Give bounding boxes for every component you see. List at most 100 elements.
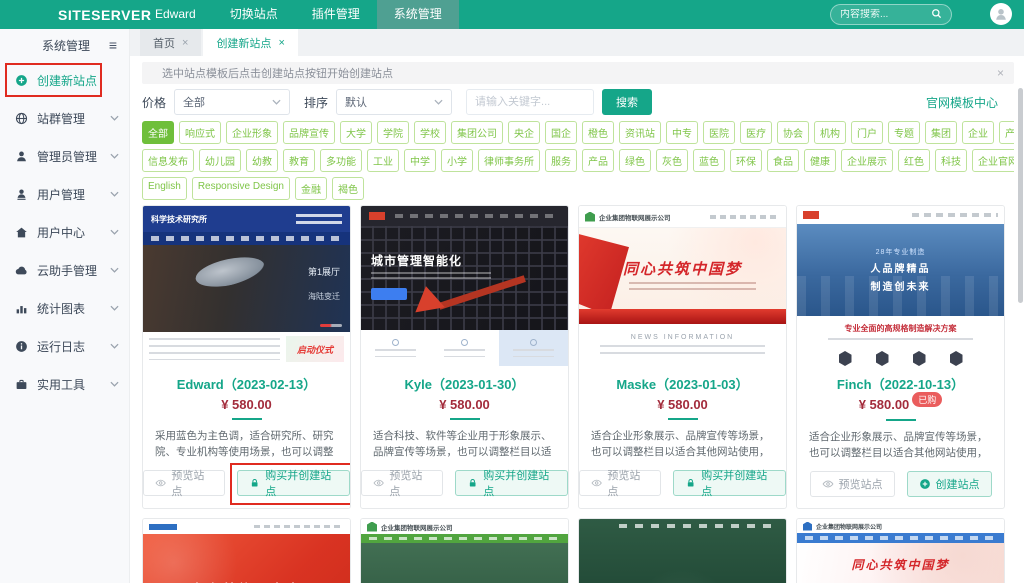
keyword-input[interactable]	[466, 89, 594, 115]
template-tag[interactable]: 医疗	[740, 121, 772, 144]
notice-bar: 选中站点模板后点击创建站点按钮开始创建站点 ×	[142, 62, 1014, 84]
scrollbar-thumb[interactable]	[1018, 88, 1023, 303]
sidebar-item[interactable]: 创建新站点	[0, 61, 129, 99]
template-tag[interactable]: 工业	[367, 149, 399, 172]
sidebar-item[interactable]: 管理员管理	[0, 137, 129, 175]
template-tag[interactable]: 多功能	[320, 149, 362, 172]
price-select[interactable]: 全部	[174, 89, 290, 115]
template-tag[interactable]: 服务	[545, 149, 577, 172]
template-tag[interactable]: 医院	[703, 121, 735, 144]
template-tag[interactable]: 企业官网	[972, 149, 1014, 172]
sort-select[interactable]: 默认	[336, 89, 452, 115]
template-tag[interactable]: Responsive Design	[192, 177, 290, 200]
topbar-nav-item[interactable]: 插件管理	[295, 0, 377, 29]
template-tag[interactable]: 央企	[508, 121, 540, 144]
template-tag[interactable]: 产品展示	[999, 121, 1014, 144]
price-label: 价格	[142, 94, 166, 111]
sidebar-item[interactable]: 实用工具	[0, 365, 129, 403]
template-tag[interactable]: English	[142, 177, 187, 200]
preview-site-button[interactable]: 预览站点	[143, 470, 225, 496]
template-tag[interactable]: 橙色	[582, 121, 614, 144]
template-tag[interactable]: 专题	[888, 121, 920, 144]
template-tag[interactable]: 金融	[295, 177, 327, 200]
preview-site-button[interactable]: 预览站点	[361, 470, 443, 496]
template-tag[interactable]: 褐色	[332, 177, 364, 200]
template-thumbnail[interactable]: 28年专业制造 人品牌精品 制造创未来 专业全面的高规格制造解决方案	[797, 206, 1004, 366]
template-tag[interactable]: 蓝色	[693, 149, 725, 172]
template-tag[interactable]: 教育	[283, 149, 315, 172]
preview-site-button[interactable]: 预览站点	[810, 471, 895, 497]
template-thumbnail[interactable]: 企业集团物联网展示公司 成为以产品工业协同为先驱 全球领先、跨国经营的一流企业集…	[361, 519, 568, 583]
sidebar-item[interactable]: 用户管理	[0, 175, 129, 213]
template-tag[interactable]: 响应式	[179, 121, 221, 144]
template-center-link[interactable]: 官网模板中心	[926, 94, 998, 111]
template-tag[interactable]: 门户	[851, 121, 883, 144]
tab-home[interactable]: 首页 ×	[140, 29, 201, 56]
template-tag[interactable]: 中学	[404, 149, 436, 172]
card-description: 适合企业形象展示、品牌宣传等场景，也可以调整栏目以适合其他网站使用，您可以自由修…	[797, 429, 1004, 463]
notice-close-icon[interactable]: ×	[997, 66, 1004, 80]
template-tag[interactable]: 中专	[666, 121, 698, 144]
close-icon[interactable]: ×	[278, 37, 284, 49]
sidebar-item[interactable]: 云助手管理	[0, 251, 129, 289]
template-thumbnail[interactable]: 企业集团物联网展示公司 同心共筑中国梦	[797, 519, 1004, 583]
preview-site-button[interactable]: 预览站点	[579, 470, 661, 496]
template-tag[interactable]: 红色	[898, 149, 930, 172]
buy-and-create-site-button[interactable]: 购买并创建站点	[455, 470, 568, 496]
close-icon[interactable]: ×	[182, 37, 188, 49]
template-tag[interactable]: 灰色	[656, 149, 688, 172]
template-tag[interactable]: 机构	[814, 121, 846, 144]
template-tag[interactable]: 学院	[377, 121, 409, 144]
content-search-input[interactable]	[840, 9, 931, 20]
template-tag[interactable]: 产品	[582, 149, 614, 172]
topbar-nav-item[interactable]: Edward	[138, 0, 213, 29]
template-tag[interactable]: 国企	[545, 121, 577, 144]
template-tag[interactable]: 企业形象	[226, 121, 278, 144]
buy-and-create-site-button[interactable]: 购买并创建站点	[673, 470, 786, 496]
template-card-maske: 企业集团物联网展示公司 同心共筑中国梦 NEWS INFORMATION Ma	[578, 205, 787, 509]
buy-and-create-site-button[interactable]: 购买并创建站点	[237, 470, 350, 496]
sidebar-item[interactable]: 站群管理	[0, 99, 129, 137]
sidebar-item[interactable]: 运行日志	[0, 327, 129, 365]
template-thumbnail[interactable]: 城市管理智能化	[361, 206, 568, 366]
hexagon-icon	[876, 351, 889, 366]
hamburger-icon[interactable]: ≡	[109, 37, 117, 53]
template-tag[interactable]: 大学	[340, 121, 372, 144]
avatar[interactable]	[990, 3, 1012, 25]
sidebar-item[interactable]: 用户中心	[0, 213, 129, 251]
globe-icon	[15, 112, 28, 125]
tab-create-site[interactable]: 创建新站点 ×	[203, 29, 297, 56]
template-tag[interactable]: 幼教	[246, 149, 278, 172]
sidebar-item[interactable]: 统计图表	[0, 289, 129, 327]
template-tag[interactable]: 全部	[142, 121, 174, 144]
template-tag[interactable]: 企业	[962, 121, 994, 144]
template-tag[interactable]: 健康	[804, 149, 836, 172]
template-tag[interactable]: 集团	[925, 121, 957, 144]
topbar-nav-item[interactable]: 切换站点	[213, 0, 295, 29]
template-tag[interactable]: 协会	[777, 121, 809, 144]
template-tag[interactable]: 环保	[730, 149, 762, 172]
template-tag[interactable]: 集团公司	[451, 121, 503, 144]
template-card: 勇立潮头 奋勇争先 stands the head of the tide co…	[578, 518, 787, 583]
template-tag[interactable]: 幼儿园	[199, 149, 241, 172]
create-site-button[interactable]: 创建站点	[907, 471, 992, 497]
search-icon[interactable]	[931, 6, 942, 24]
template-tag[interactable]: 资讯站	[619, 121, 661, 144]
template-card-kyle: 城市管理智能化 Kyle（2023-01-30） ¥ 580.00	[360, 205, 569, 509]
search-button[interactable]: 搜索	[602, 89, 652, 115]
template-tag[interactable]: 品牌宣传	[283, 121, 335, 144]
topbar-nav-item[interactable]: 系统管理	[377, 0, 459, 29]
template-thumbnail[interactable]: 科学技术研究所 第1展厅 海陆变迁 启动仪式	[143, 206, 350, 366]
tag-row: 信息发布幼儿园幼教教育多功能工业中学小学律师事务所服务产品绿色灰色蓝色环保食品健…	[142, 149, 1014, 172]
template-tag[interactable]: 企业展示	[841, 149, 893, 172]
template-tag[interactable]: 食品	[767, 149, 799, 172]
template-tag[interactable]: 科技	[935, 149, 967, 172]
template-tag[interactable]: 绿色	[619, 149, 651, 172]
template-tag[interactable]: 律师事务所	[478, 149, 540, 172]
template-thumbnail[interactable]: 青春献礼二十大 强国有我新征程 CELEBRATE THE 20TH PARTY…	[143, 519, 350, 583]
template-tag[interactable]: 小学	[441, 149, 473, 172]
template-tag[interactable]: 学校	[414, 121, 446, 144]
template-tag[interactable]: 信息发布	[142, 149, 194, 172]
template-thumbnail[interactable]: 企业集团物联网展示公司 同心共筑中国梦 NEWS INFORMATION	[579, 206, 786, 366]
template-thumbnail[interactable]: 勇立潮头 奋勇争先 stands the head of the tide co…	[579, 519, 786, 583]
